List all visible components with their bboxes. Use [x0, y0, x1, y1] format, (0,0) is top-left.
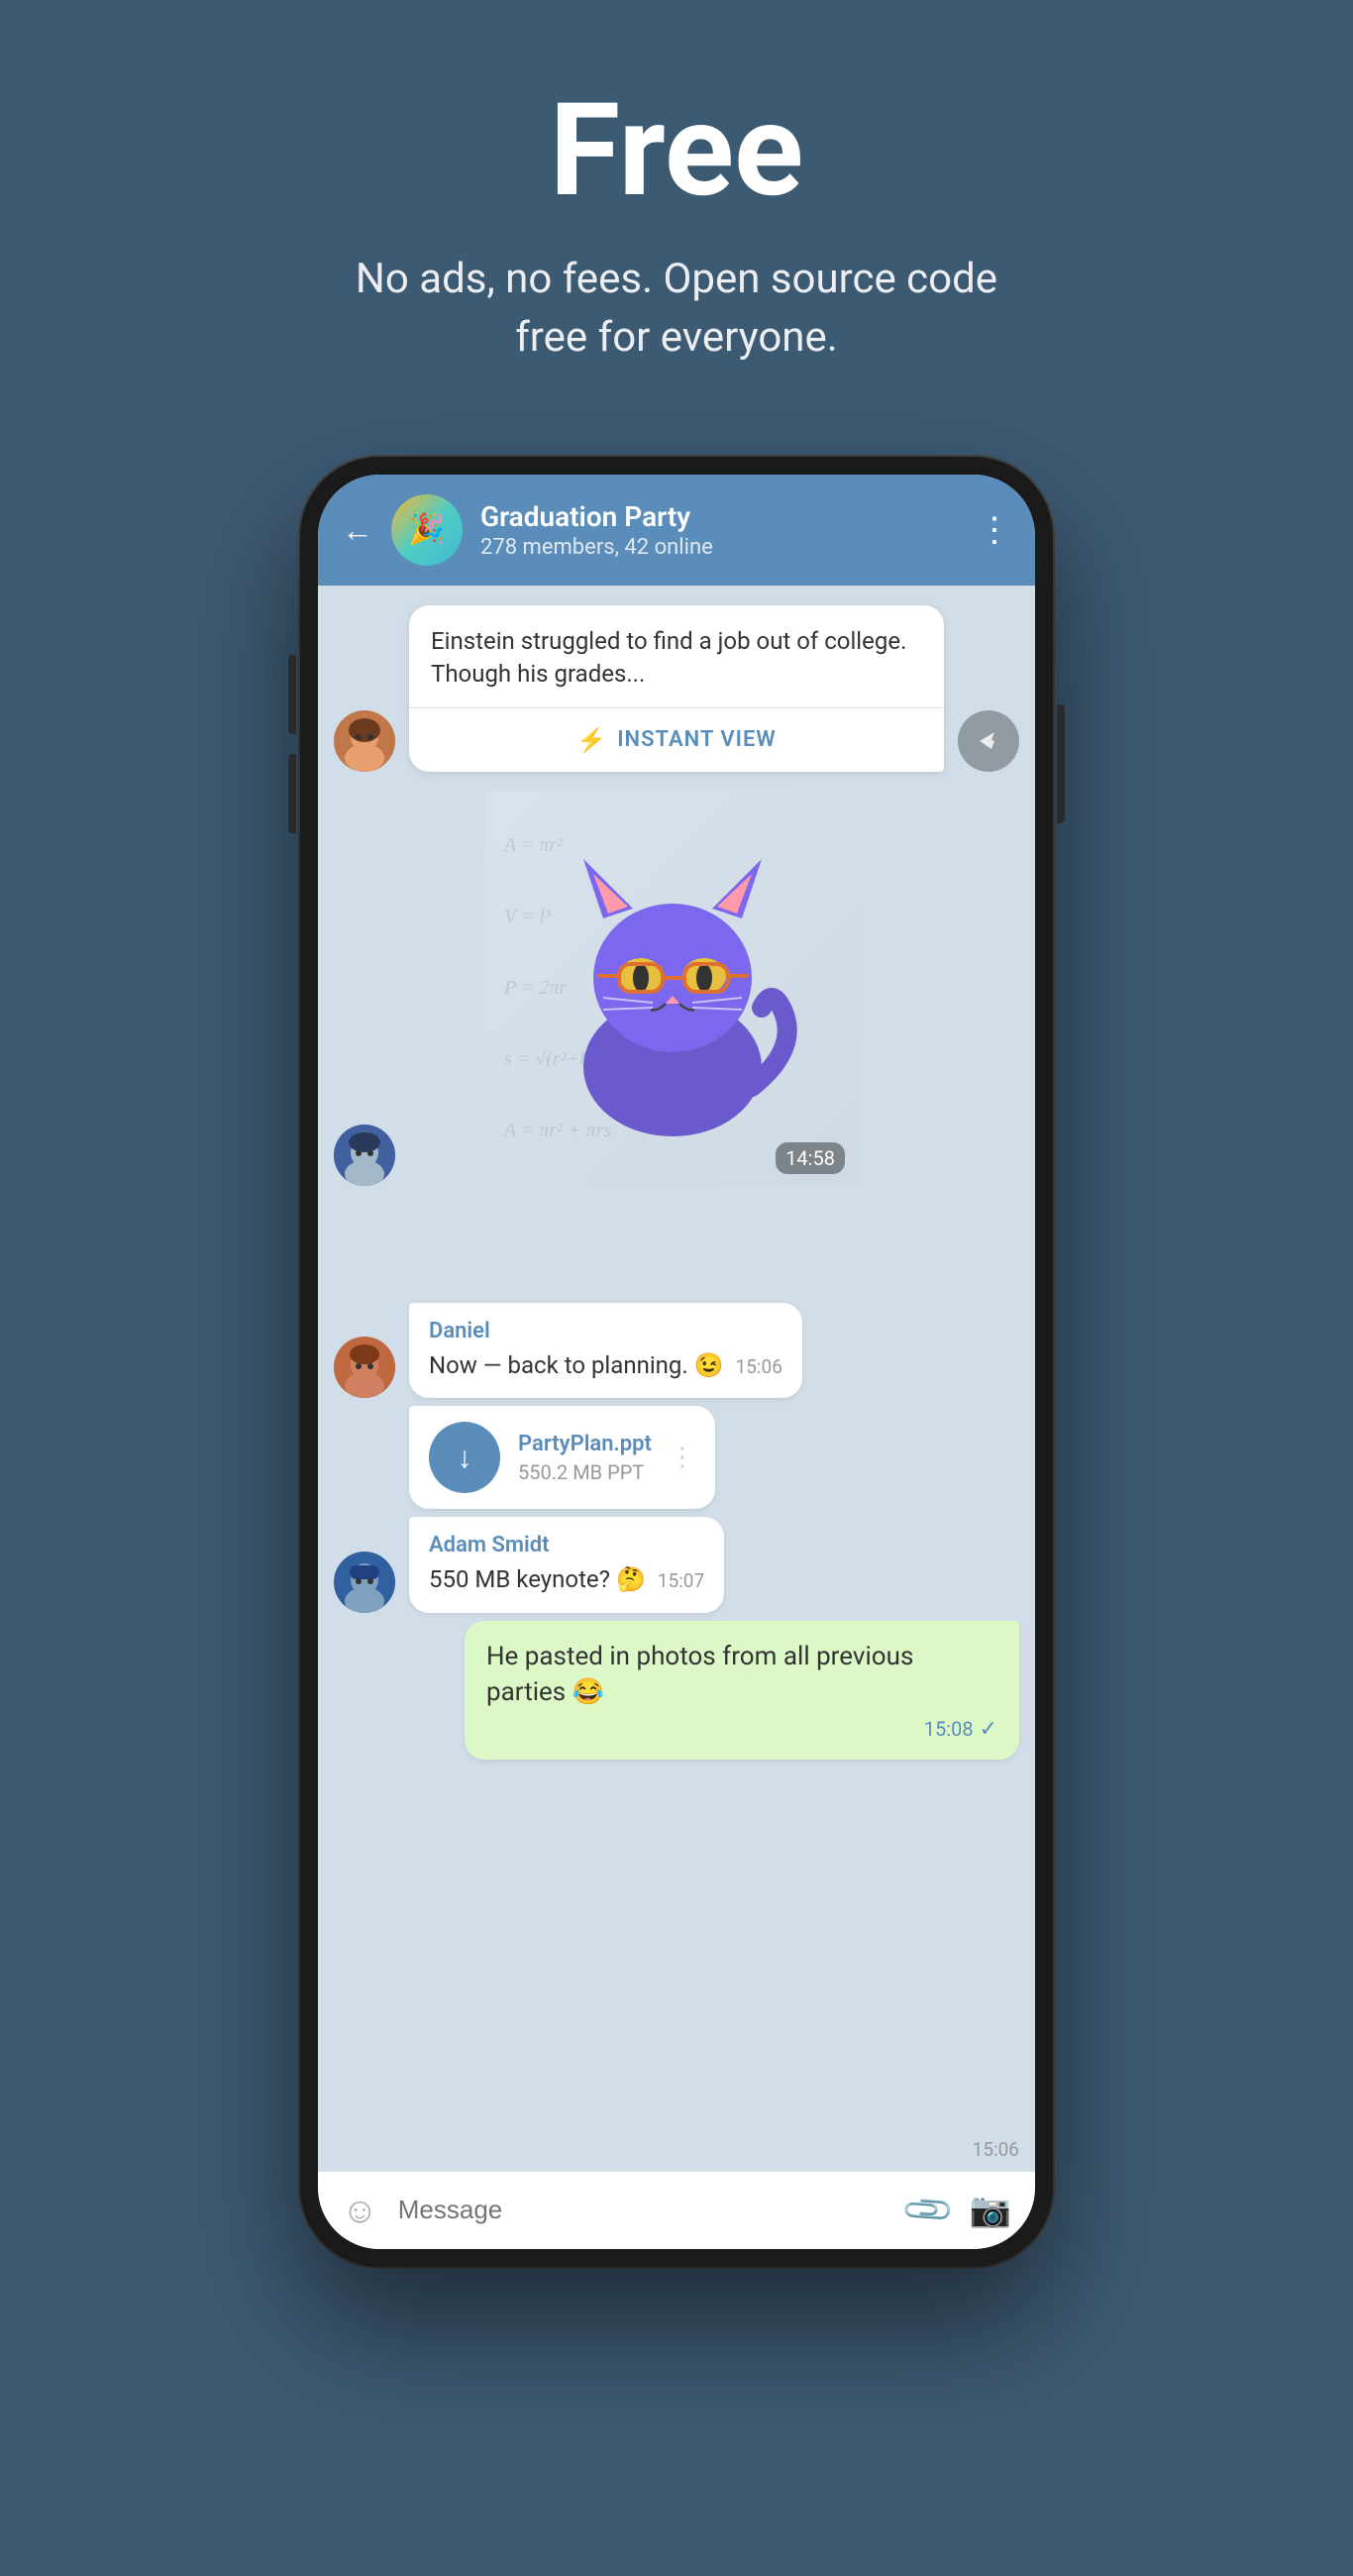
adam-bubble: Adam Smidt 550 MB keynote? 🤔 15:07 — [409, 1517, 724, 1613]
daniel-message-time: 15:06 — [736, 1355, 782, 1378]
sticker-row: A = πr² V = l³ P = 2πr s = √(r²+h²) A = … — [334, 790, 1019, 1186]
article-message: Einstein struggled to find a job out of … — [409, 605, 944, 772]
group-members: 278 members, 42 online — [480, 535, 960, 560]
daniel-bubble: Daniel Now — back to planning. 😉 15:06 — [409, 1303, 802, 1399]
adam-message-row: Adam Smidt 550 MB keynote? 🤔 15:07 — [334, 1517, 1019, 1613]
group-avatar: 🎉 — [391, 494, 463, 566]
sent-message-time: 15:08 — [924, 1717, 974, 1741]
lightning-icon: ⚡ — [576, 726, 607, 754]
share-button[interactable] — [958, 710, 1019, 772]
download-icon[interactable]: ↓ — [429, 1422, 500, 1493]
adam-message-time: 15:07 — [658, 1569, 704, 1592]
file-size: 550.2 MB PPT — [518, 1460, 652, 1484]
cat-sticker — [524, 829, 821, 1146]
chat-header: ← 🎉 Graduation Party 278 members, 42 onl… — [318, 475, 1035, 586]
group-info: Graduation Party 278 members, 42 online — [480, 500, 960, 560]
camera-button[interactable]: 📷 — [970, 2191, 1011, 2230]
header-menu-button[interactable]: ⋮ — [978, 510, 1011, 550]
article-preview-text: Einstein struggled to find a job out of … — [409, 605, 944, 707]
volume-button-down — [288, 754, 296, 833]
user-avatar-4 — [334, 1552, 395, 1613]
article-bubble: Einstein struggled to find a job out of … — [409, 605, 944, 772]
user-avatar-2 — [334, 1125, 395, 1186]
hero-title: Free — [40, 79, 1313, 221]
file-message-row: ↓ PartyPlan.ppt 550.2 MB PPT ⋮ 15:06 — [334, 1406, 1019, 1509]
phone-frame: ← 🎉 Graduation Party 278 members, 42 onl… — [300, 457, 1053, 2267]
user-avatar-1 — [334, 710, 395, 772]
instant-view-label: INSTANT VIEW — [617, 727, 777, 752]
attach-button[interactable]: 📎 — [899, 2181, 957, 2238]
sent-message-text: He pasted in photos from all previous pa… — [486, 1642, 913, 1707]
daniel-message-text: Now — back to planning. 😉 — [429, 1351, 724, 1379]
power-button — [1057, 704, 1065, 823]
file-info: PartyPlan.ppt 550.2 MB PPT — [518, 1432, 652, 1484]
instant-view-button[interactable]: ⚡ INSTANT VIEW — [409, 707, 944, 772]
message-input[interactable] — [398, 2195, 888, 2225]
sticker-area: A = πr² V = l³ P = 2πr s = √(r²+h²) A = … — [334, 790, 1019, 1285]
daniel-message-row: Daniel Now — back to planning. 😉 15:06 — [334, 1303, 1019, 1399]
file-menu-button[interactable]: ⋮ — [670, 1443, 695, 1472]
article-message-row: Einstein struggled to find a job out of … — [334, 605, 1019, 772]
hero-section: Free No ads, no fees. Open source code f… — [0, 0, 1353, 427]
phone-wrapper: ← 🎉 Graduation Party 278 members, 42 onl… — [300, 457, 1053, 2267]
sticker-background: A = πr² V = l³ P = 2πr s = √(r²+h²) A = … — [484, 790, 861, 1186]
phone-screen: ← 🎉 Graduation Party 278 members, 42 onl… — [318, 475, 1035, 2249]
adam-sender-name: Adam Smidt — [429, 1533, 704, 1557]
back-button[interactable]: ← — [342, 511, 373, 549]
sent-time-row: 15:08 ✓ — [486, 1717, 997, 1742]
file-bubble: ↓ PartyPlan.ppt 550.2 MB PPT ⋮ 15:06 — [409, 1406, 715, 1509]
adam-message-text: 550 MB keynote? 🤔 — [429, 1565, 646, 1593]
chat-body: Einstein struggled to find a job out of … — [318, 586, 1035, 2171]
input-bar: ☺ 📎 📷 — [318, 2171, 1035, 2249]
hero-subtitle: No ads, no fees. Open source code free f… — [330, 251, 1023, 368]
user-avatar-3 — [334, 1337, 395, 1398]
volume-button-up — [288, 655, 296, 734]
sticker-container: A = πr² V = l³ P = 2πr s = √(r²+h²) A = … — [484, 790, 861, 1186]
file-name: PartyPlan.ppt — [518, 1432, 652, 1456]
file-time: 15:06 — [973, 2138, 1019, 2161]
daniel-sender-name: Daniel — [429, 1319, 782, 1343]
group-name: Graduation Party — [480, 500, 960, 533]
sent-bubble: He pasted in photos from all previous pa… — [465, 1621, 1019, 1760]
sent-message-row: He pasted in photos from all previous pa… — [334, 1621, 1019, 1760]
emoji-button[interactable]: ☺ — [342, 2190, 378, 2231]
check-icon: ✓ — [980, 1717, 997, 1742]
sticker-timestamp: 14:58 — [776, 1142, 845, 1174]
